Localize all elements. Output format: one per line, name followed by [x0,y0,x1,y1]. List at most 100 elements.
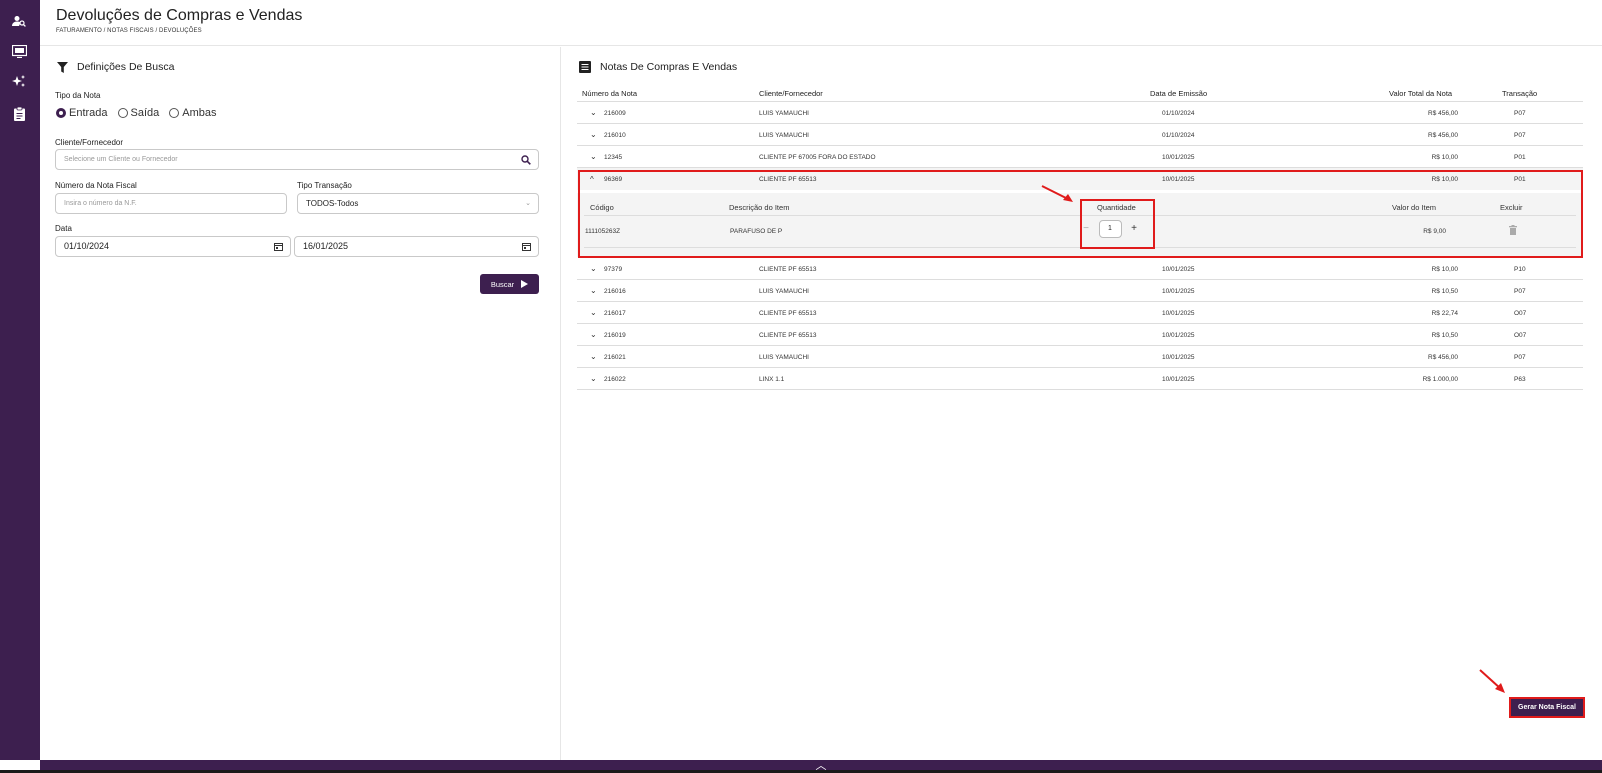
trash-icon[interactable] [1509,225,1517,237]
item-valor: R$ 9,00 [1423,228,1446,235]
cell-cliente: CLIENTE PF 65513 [759,176,817,183]
numero-nf-label: Número da Nota Fiscal [55,181,137,190]
table-row[interactable]: ⌄ 216010 LUIS YAMAUCHI 01/10/2024 R$ 456… [577,124,1583,146]
play-icon [521,280,529,288]
gerar-nota-fiscal-button[interactable]: Gerar Nota Fiscal [1509,697,1585,718]
cell-data: 10/01/2025 [1162,376,1195,383]
clipboard-icon[interactable] [9,104,29,124]
quantity-stepper[interactable]: − 1 + [1080,216,1140,241]
cell-valor: R$ 10,00 [1431,266,1458,273]
cell-transacao: O07 [1514,332,1527,339]
cell-cliente: LUIS YAMAUCHI [759,132,809,139]
cell-transacao: P63 [1514,376,1526,383]
table-row[interactable]: ⌄ 216016 LUIS YAMAUCHI 10/01/2025 R$ 10,… [577,280,1583,302]
table-row[interactable]: ⌄ 216009 LUIS YAMAUCHI 01/10/2024 R$ 456… [577,102,1583,124]
chevron-down-icon[interactable]: ⌄ [590,352,597,361]
cliente-search-input[interactable]: Selecione um Cliente ou Fornecedor [55,149,539,170]
chevron-down-icon[interactable]: ⌄ [590,264,597,273]
filter-icon [57,61,68,73]
cell-cliente: CLIENTE PF 65513 [759,266,817,273]
table-row[interactable]: ⌄ 12345 CLIENTE PF 67005 FORA DO ESTADO … [577,146,1583,168]
table-row-expanded[interactable]: ^ 96369 CLIENTE PF 65513 10/01/2025 R$ 1… [577,168,1583,190]
table-row[interactable]: ⌄ 216019 CLIENTE PF 65513 10/01/2025 R$ … [577,324,1583,346]
buscar-button[interactable]: Buscar [480,274,539,294]
page-header: Devoluções de Compras e Vendas FATURAMEN… [40,0,1602,46]
cell-numero: 216009 [604,110,626,117]
col-transacao: Transação [1502,89,1538,98]
sparkles-icon[interactable] [9,72,29,92]
cell-data: 10/01/2025 [1162,354,1195,361]
data-inicio-input[interactable]: 01/10/2024 [55,236,291,257]
cell-cliente: LUIS YAMAUCHI [759,110,809,117]
data-fim-value: 16/01/2025 [303,241,349,251]
sidebar [0,0,40,760]
chevron-down-icon[interactable]: ⌄ [590,152,597,161]
cell-cliente: LUIS YAMAUCHI [759,288,809,295]
table-row[interactable]: ⌄ 216022 LINX 1.1 10/01/2025 R$ 1.000,00… [577,368,1583,390]
cliente-label: Cliente/Fornecedor [55,138,124,147]
cell-numero: 216021 [604,354,626,361]
cell-valor: R$ 456,00 [1428,354,1458,361]
notes-title-text: Notas De Compras E Vendas [600,61,738,73]
breadcrumb: FATURAMENTO / NOTAS FISCAIS / DEVOLUÇÕES [56,28,202,34]
radio-entrada-dot[interactable] [56,108,66,118]
cell-valor: R$ 1.000,00 [1422,376,1458,383]
tipo-transacao-select[interactable]: TODOS-Todos ⌄ [297,193,539,214]
table-row[interactable]: ⌄ 97379 CLIENTE PF 65513 10/01/2025 R$ 1… [577,258,1583,280]
data-label: Data [55,224,72,233]
chevron-down-icon[interactable]: ⌄ [590,374,597,383]
col-cliente: Cliente/Fornecedor [759,89,823,98]
numero-nf-placeholder: Insira o número da N.F. [64,200,137,207]
increment-button[interactable]: + [1128,223,1140,234]
radio-saida-dot[interactable] [117,108,128,118]
cell-data: 01/10/2024 [1162,110,1195,117]
search-icon[interactable] [521,150,531,172]
radio-ambas-dot[interactable] [169,108,180,118]
cliente-placeholder: Selecione um Cliente ou Fornecedor [64,156,178,163]
cell-valor: R$ 10,50 [1431,332,1458,339]
cell-valor: R$ 22,74 [1431,310,1458,317]
chevron-down-icon[interactable]: ⌄ [590,308,597,317]
numero-nf-input[interactable]: Insira o número da N.F. [55,193,287,214]
data-inicio-value: 01/10/2024 [64,241,110,251]
cell-numero: 216017 [604,310,626,317]
decrement-button[interactable]: − [1080,223,1092,234]
notes-table-header: Número da Nota Cliente/Fornecedor Data d… [577,89,1583,100]
chevron-down-icon[interactable]: ⌄ [590,286,597,295]
cell-valor: R$ 10,50 [1431,288,1458,295]
col-valor: Valor Total da Nota [1389,89,1453,98]
data-fim-input[interactable]: 16/01/2025 [294,236,539,257]
tipo-transacao-value: TODOS-Todos [306,199,359,208]
calendar-icon[interactable] [274,237,283,258]
cell-numero: 216019 [604,332,626,339]
cell-numero: 216016 [604,288,626,295]
tipo-nota-radio-group: Entrada Saída Ambas [56,107,217,119]
chevron-up-icon[interactable]: ^ [590,175,594,184]
cell-data: 10/01/2025 [1162,266,1195,273]
table-row[interactable]: ⌄ 216017 CLIENTE PF 65513 10/01/2025 R$ … [577,302,1583,324]
radio-saida[interactable]: Saída [117,107,159,119]
calendar-icon[interactable] [522,237,531,258]
users-search-icon[interactable] [9,11,29,31]
chevron-down-icon[interactable]: ⌄ [590,330,597,339]
monitor-icon[interactable] [9,41,29,61]
cell-data: 10/01/2025 [1162,154,1195,161]
chevron-down-icon[interactable]: ⌄ [590,108,597,117]
note-items-subtable: Código Descrição do Item Quantidade Valo… [577,193,1583,257]
cell-cliente: CLIENTE PF 65513 [759,310,817,317]
quantity-input[interactable]: 1 [1098,219,1122,238]
col-data: Data de Emissão [1150,89,1208,98]
subtable-divider [584,247,1576,248]
radio-ambas[interactable]: Ambas [169,107,217,119]
cell-transacao: P07 [1514,288,1526,295]
subcol-codigo: Código [590,203,614,212]
chevron-down-icon[interactable]: ⌄ [590,130,597,139]
table-row[interactable]: ⌄ 216021 LUIS YAMAUCHI 10/01/2025 R$ 456… [577,346,1583,368]
cell-data: 01/10/2024 [1162,132,1195,139]
cell-numero: 96369 [604,176,623,183]
cell-numero: 216010 [604,132,626,139]
cell-numero: 97379 [604,266,623,273]
cell-transacao: P01 [1514,154,1526,161]
cell-data: 10/01/2025 [1162,176,1195,183]
radio-entrada[interactable]: Entrada [56,107,108,119]
